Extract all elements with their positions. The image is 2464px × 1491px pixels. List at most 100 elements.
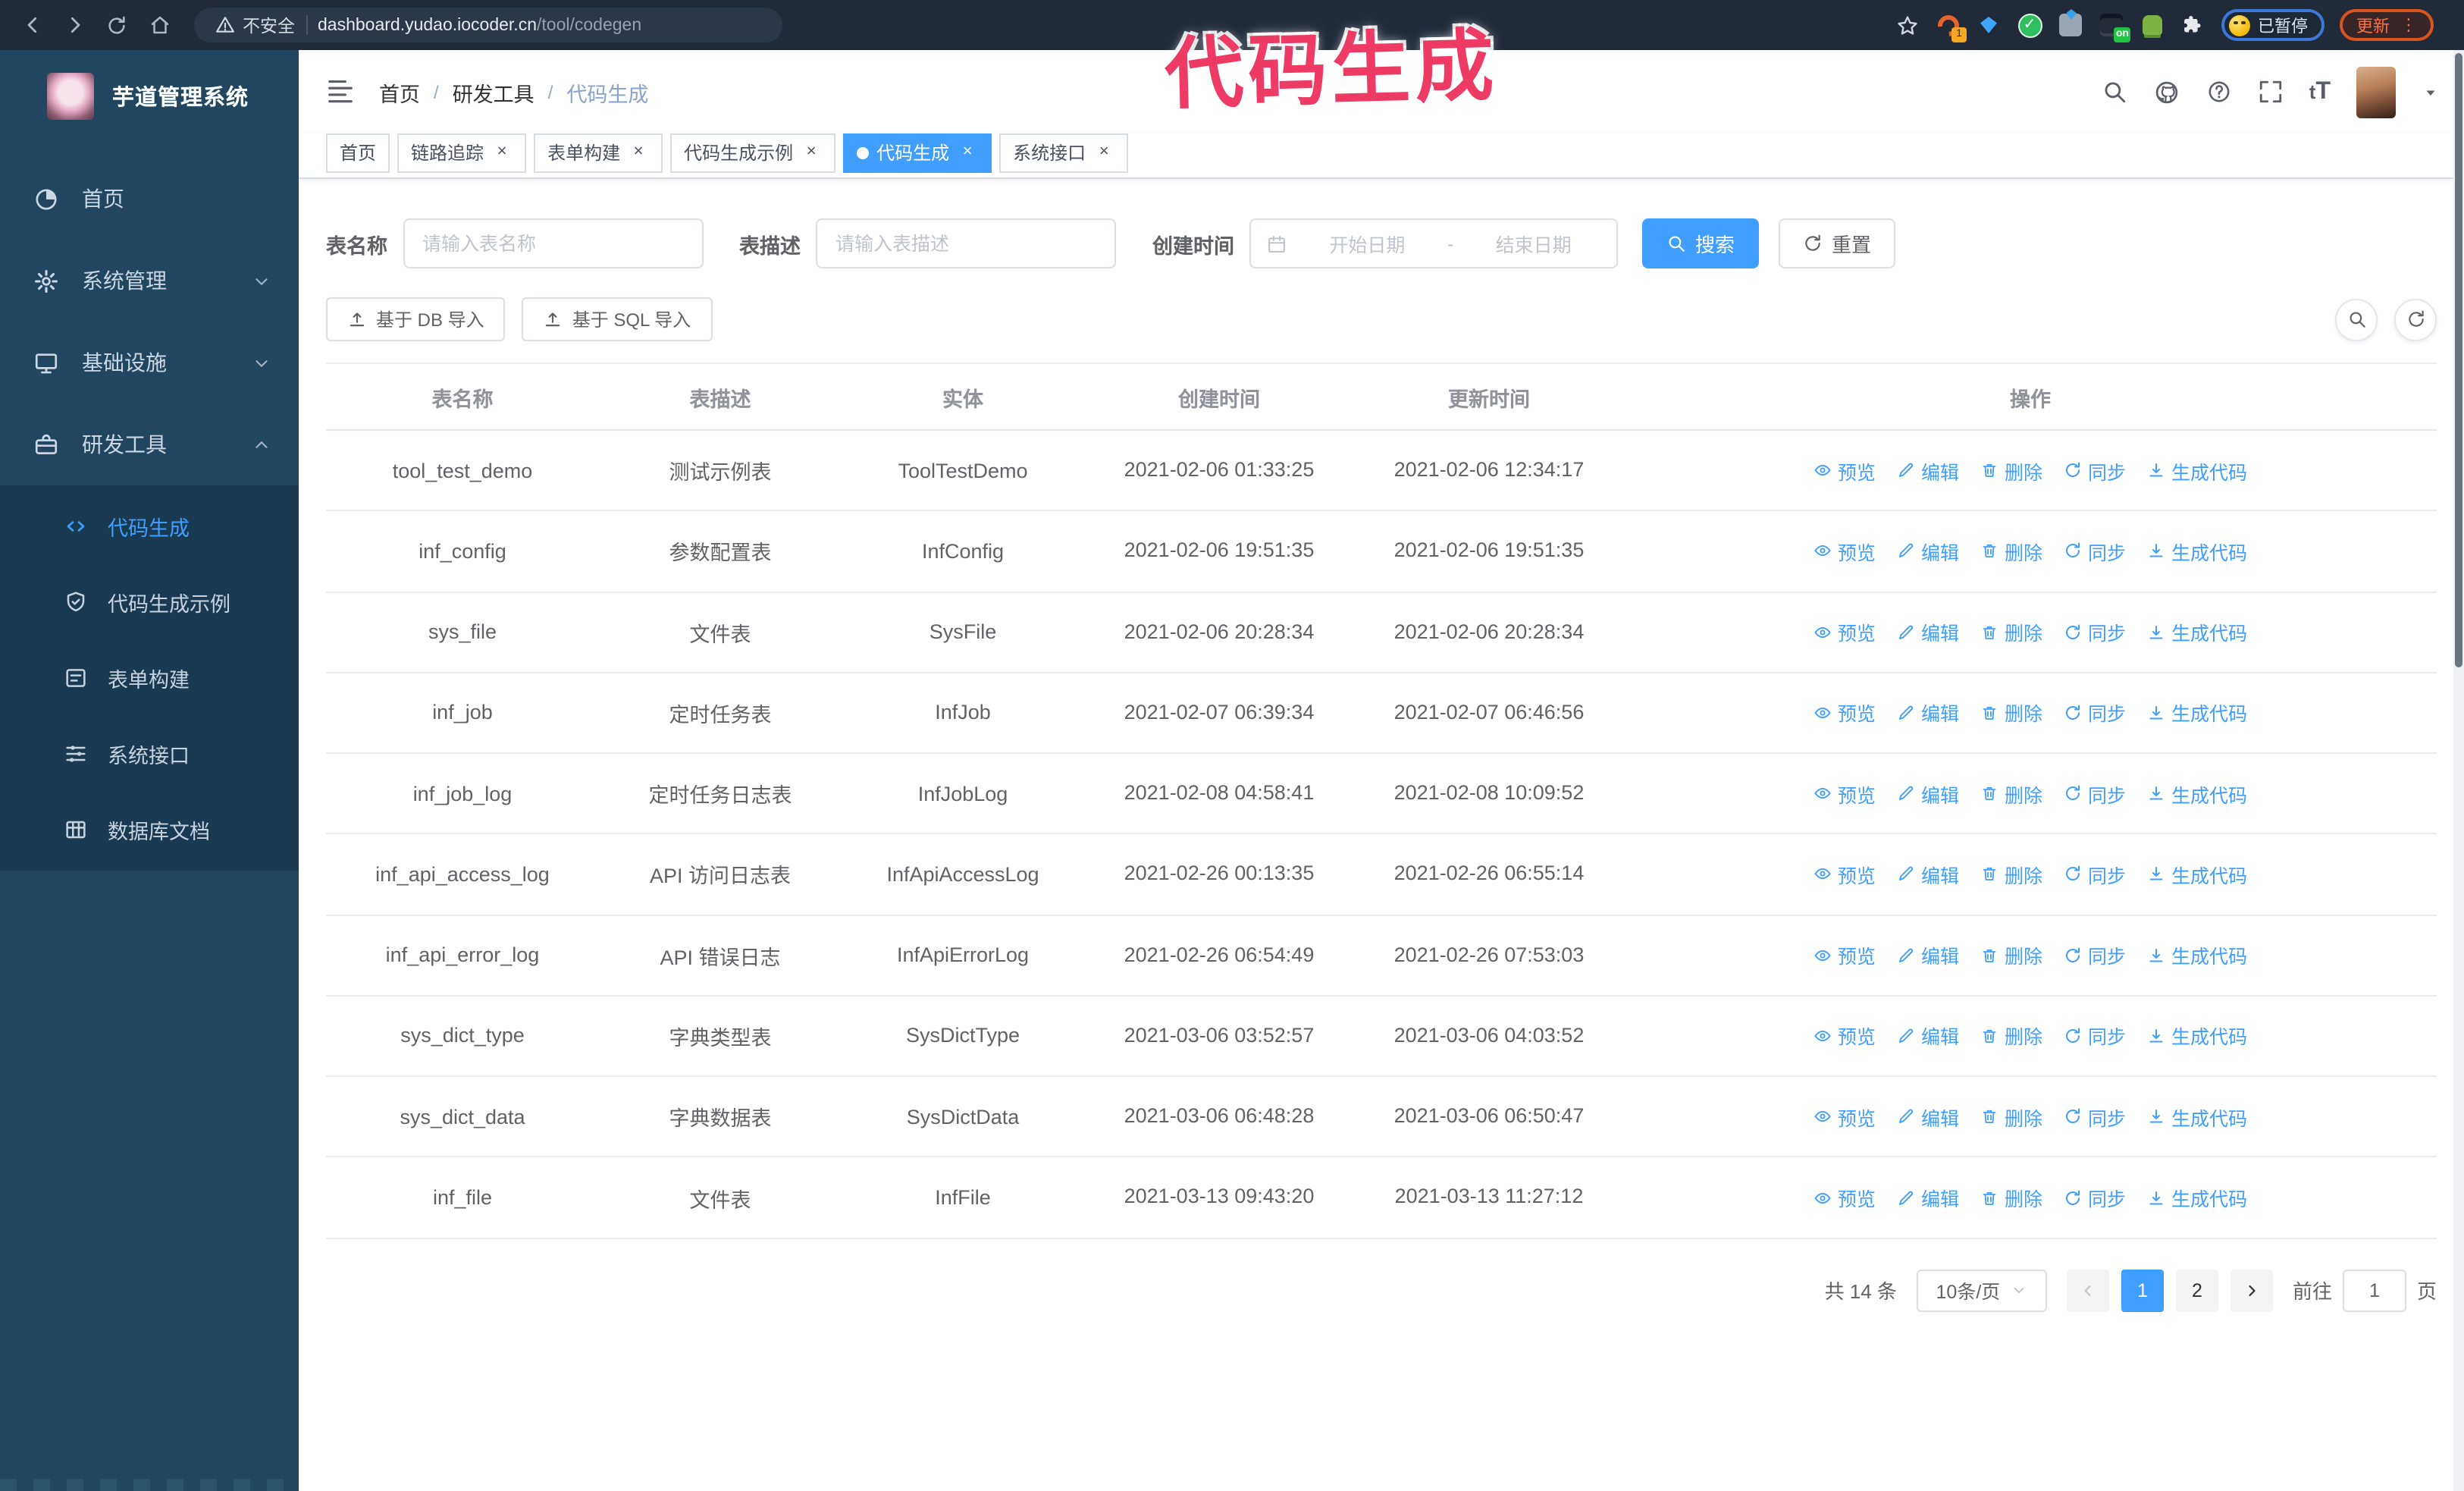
action-generate-link[interactable]: 生成代码 bbox=[2147, 860, 2247, 889]
table-name-input[interactable] bbox=[403, 218, 703, 268]
action-edit-link[interactable]: 编辑 bbox=[1897, 1022, 1959, 1050]
action-preview-link[interactable]: 预览 bbox=[1814, 860, 1876, 889]
action-sync-link[interactable]: 同步 bbox=[2064, 940, 2126, 969]
action-sync-link[interactable]: 同步 bbox=[2064, 1183, 2126, 1212]
action-generate-link[interactable]: 生成代码 bbox=[2147, 1183, 2247, 1212]
page-size-select[interactable]: 10条/页 bbox=[1916, 1269, 2047, 1312]
prev-page-button[interactable] bbox=[2066, 1269, 2109, 1312]
action-generate-link[interactable]: 生成代码 bbox=[2147, 617, 2247, 646]
action-delete-link[interactable]: 删除 bbox=[1980, 1022, 2042, 1050]
window-scrollbar[interactable] bbox=[2453, 50, 2464, 1491]
search-icon[interactable] bbox=[2102, 79, 2127, 105]
action-delete-link[interactable]: 删除 bbox=[1980, 537, 2042, 566]
sidebar-item-system-api[interactable]: 系统接口 bbox=[0, 716, 299, 792]
action-edit-link[interactable]: 编辑 bbox=[1897, 537, 1959, 566]
action-delete-link[interactable]: 删除 bbox=[1980, 617, 2042, 646]
tab-codegen-example[interactable]: 代码生成示例 × bbox=[670, 133, 836, 172]
update-badge[interactable]: 更新 ⋮ bbox=[2340, 9, 2434, 41]
browser-forward-button[interactable] bbox=[55, 7, 94, 43]
font-size-icon[interactable]: tT bbox=[2309, 78, 2331, 105]
sidebar-logo[interactable]: 芋道管理系统 bbox=[0, 50, 299, 143]
sidebar-item-infra[interactable]: 基础设施 bbox=[0, 322, 299, 403]
sidebar-scrollbar[interactable] bbox=[0, 1479, 299, 1491]
github-icon[interactable] bbox=[2153, 78, 2180, 105]
sidebar-item-home[interactable]: 首页 bbox=[0, 158, 299, 240]
action-edit-link[interactable]: 编辑 bbox=[1897, 1183, 1959, 1212]
sidebar-item-codegen[interactable]: 代码生成 bbox=[0, 488, 299, 564]
scrollbar-thumb[interactable] bbox=[2455, 53, 2462, 667]
action-sync-link[interactable]: 同步 bbox=[2064, 617, 2126, 646]
action-sync-link[interactable]: 同步 bbox=[2064, 779, 2126, 808]
action-preview-link[interactable]: 预览 bbox=[1814, 1183, 1876, 1212]
start-date-placeholder[interactable]: 开始日期 bbox=[1299, 229, 1435, 258]
next-page-button[interactable] bbox=[2230, 1269, 2273, 1312]
extension-gem-icon[interactable] bbox=[1976, 12, 2002, 38]
action-sync-link[interactable]: 同步 bbox=[2064, 537, 2126, 566]
tab-form-builder[interactable]: 表单构建 × bbox=[534, 133, 663, 172]
action-preview-link[interactable]: 预览 bbox=[1814, 698, 1876, 727]
extension-check-icon[interactable]: ✓ bbox=[2017, 12, 2042, 38]
action-preview-link[interactable]: 预览 bbox=[1814, 940, 1876, 969]
action-sync-link[interactable]: 同步 bbox=[2064, 860, 2126, 889]
action-edit-link[interactable]: 编辑 bbox=[1897, 779, 1959, 808]
search-button[interactable]: 搜索 bbox=[1642, 218, 1760, 268]
action-generate-link[interactable]: 生成代码 bbox=[2147, 1022, 2247, 1050]
table-desc-input[interactable] bbox=[816, 218, 1116, 268]
extensions-puzzle-icon[interactable] bbox=[2180, 12, 2206, 38]
close-icon[interactable]: × bbox=[957, 142, 978, 163]
tab-tracing[interactable]: 链路追踪 × bbox=[397, 133, 527, 172]
browser-back-button[interactable] bbox=[12, 7, 52, 43]
import-sql-button[interactable]: 基于 SQL 导入 bbox=[522, 297, 713, 341]
extension-orange-icon[interactable]: 1 bbox=[1933, 10, 1967, 42]
action-preview-link[interactable]: 预览 bbox=[1814, 456, 1876, 485]
sidebar-item-form-builder[interactable]: 表单构建 bbox=[0, 640, 299, 716]
action-sync-link[interactable]: 同步 bbox=[2064, 698, 2126, 727]
import-db-button[interactable]: 基于 DB 导入 bbox=[326, 297, 506, 341]
action-preview-link[interactable]: 预览 bbox=[1814, 779, 1876, 808]
browser-home-button[interactable] bbox=[140, 7, 179, 43]
breadcrumb-home[interactable]: 首页 bbox=[379, 77, 420, 107]
action-sync-link[interactable]: 同步 bbox=[2064, 1103, 2126, 1132]
avatar[interactable] bbox=[2356, 66, 2396, 118]
end-date-placeholder[interactable]: 结束日期 bbox=[1466, 229, 1601, 258]
refresh-table-button[interactable] bbox=[2394, 298, 2437, 341]
action-preview-link[interactable]: 预览 bbox=[1814, 1022, 1876, 1050]
bookmark-star-icon[interactable] bbox=[1894, 12, 1920, 38]
reset-button[interactable]: 重置 bbox=[1779, 218, 1896, 268]
address-bar[interactable]: 不安全 dashboard.yudao.iocoder.cn/tool/code… bbox=[194, 8, 782, 42]
action-edit-link[interactable]: 编辑 bbox=[1897, 617, 1959, 646]
fullscreen-icon[interactable] bbox=[2258, 79, 2284, 105]
date-range-picker[interactable]: 开始日期 - 结束日期 bbox=[1249, 218, 1618, 268]
action-edit-link[interactable]: 编辑 bbox=[1897, 940, 1959, 969]
sidebar-item-codegen-example[interactable]: 代码生成示例 bbox=[0, 564, 299, 640]
action-delete-link[interactable]: 删除 bbox=[1980, 1183, 2042, 1212]
action-edit-link[interactable]: 编辑 bbox=[1897, 1103, 1959, 1132]
action-edit-link[interactable]: 编辑 bbox=[1897, 456, 1959, 485]
action-generate-link[interactable]: 生成代码 bbox=[2147, 940, 2247, 969]
action-edit-link[interactable]: 编辑 bbox=[1897, 860, 1959, 889]
browser-reload-button[interactable] bbox=[97, 7, 136, 43]
breadcrumb-devtools[interactable]: 研发工具 bbox=[453, 77, 534, 107]
action-sync-link[interactable]: 同步 bbox=[2064, 456, 2126, 485]
tab-system-api[interactable]: 系统接口 × bbox=[999, 133, 1129, 172]
toggle-search-button[interactable] bbox=[2335, 298, 2378, 341]
action-sync-link[interactable]: 同步 bbox=[2064, 1022, 2126, 1050]
action-generate-link[interactable]: 生成代码 bbox=[2147, 698, 2247, 727]
close-icon[interactable]: × bbox=[801, 142, 822, 163]
help-icon[interactable] bbox=[2206, 79, 2232, 105]
action-preview-link[interactable]: 预览 bbox=[1814, 1103, 1876, 1132]
action-delete-link[interactable]: 删除 bbox=[1980, 779, 2042, 808]
action-delete-link[interactable]: 删除 bbox=[1980, 860, 2042, 889]
action-preview-link[interactable]: 预览 bbox=[1814, 617, 1876, 646]
action-delete-link[interactable]: 删除 bbox=[1980, 940, 2042, 969]
tab-codegen[interactable]: 代码生成 × bbox=[843, 133, 992, 172]
action-generate-link[interactable]: 生成代码 bbox=[2147, 1103, 2247, 1132]
paused-badge[interactable]: 已暂停 bbox=[2221, 9, 2324, 41]
extension-dark-icon[interactable]: on bbox=[2099, 12, 2130, 42]
action-delete-link[interactable]: 删除 bbox=[1980, 456, 2042, 485]
action-edit-link[interactable]: 编辑 bbox=[1897, 698, 1959, 727]
caret-down-icon[interactable] bbox=[2422, 83, 2440, 101]
action-preview-link[interactable]: 预览 bbox=[1814, 537, 1876, 566]
sidebar-item-system[interactable]: 系统管理 bbox=[0, 240, 299, 322]
collapse-sidebar-icon[interactable] bbox=[326, 77, 355, 106]
